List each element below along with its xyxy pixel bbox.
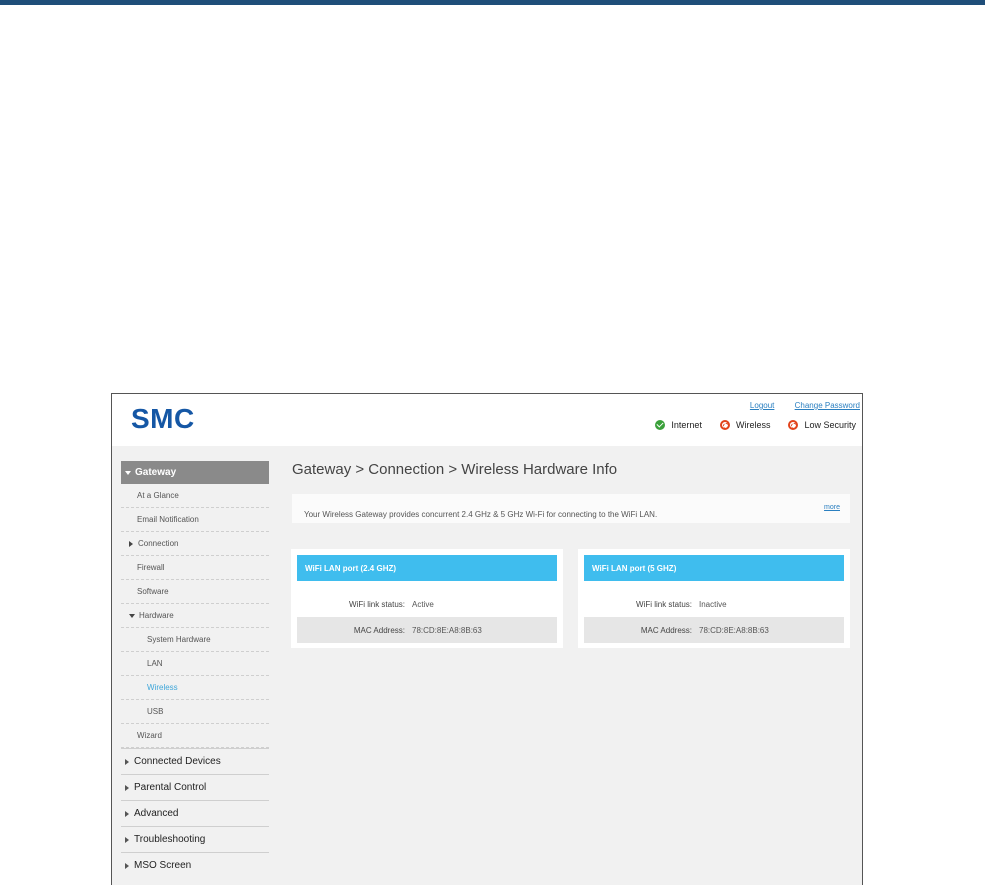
top-links: Logout Change Password (732, 401, 860, 410)
top-accent-bar (0, 0, 985, 5)
mac-address-value: 78:CD:8E:A8:8B:63 (699, 626, 769, 635)
card-title: WiFi LAN port (2.4 GHZ) (297, 555, 557, 581)
sidebar-section-label: Gateway (135, 467, 177, 478)
lifebuoy-icon (788, 420, 799, 430)
sidebar-item-connection[interactable]: Connection (121, 532, 269, 556)
mac-address-row: MAC Address: 78:CD:8E:A8:8B:63 (584, 617, 844, 643)
sidebar-section-mso-screen[interactable]: MSO Screen (121, 852, 269, 878)
wifi-port-card-2-4ghz: WiFi LAN port (2.4 GHZ) WiFi link status… (291, 549, 563, 648)
link-status-value: Inactive (699, 600, 727, 609)
status-security-label: Low Security (804, 420, 856, 430)
info-box: Your Wireless Gateway provides concurren… (292, 494, 850, 523)
link-status-label: WiFi link status: (348, 600, 405, 609)
link-status-value: Active (412, 600, 434, 609)
link-status-row: WiFi link status: Inactive (584, 591, 844, 617)
sidebar-item-email-notification[interactable]: Email Notification (121, 508, 269, 532)
sidebar-item-wireless[interactable]: Wireless (121, 676, 269, 700)
status-wireless-label: Wireless (735, 420, 771, 430)
sidebar-section-advanced[interactable]: Advanced (121, 800, 269, 826)
sidebar: Gateway At a Glance Email Notification C… (121, 461, 269, 878)
app-window: SMC Logout Change Password Internet Wire… (111, 393, 863, 885)
link-status-label: WiFi link status: (635, 600, 692, 609)
status-bar: Internet Wireless Low Security (637, 420, 856, 430)
sidebar-section-gateway[interactable]: Gateway (121, 461, 269, 484)
header: SMC Logout Change Password Internet Wire… (112, 394, 862, 446)
status-security: Low Security (788, 420, 856, 430)
chevron-down-icon (125, 470, 131, 475)
sidebar-item-lan[interactable]: LAN (121, 652, 269, 676)
sidebar-item-firewall[interactable]: Firewall (121, 556, 269, 580)
chevron-right-icon (125, 784, 129, 791)
sidebar-item-usb[interactable]: USB (121, 700, 269, 724)
check-circle-icon (655, 420, 666, 430)
mac-address-value: 78:CD:8E:A8:8B:63 (412, 626, 482, 635)
chevron-right-icon (125, 862, 129, 869)
lifebuoy-icon (719, 420, 730, 430)
sidebar-item-hardware[interactable]: Hardware (121, 604, 269, 628)
change-password-link[interactable]: Change Password (795, 401, 860, 410)
chevron-right-icon (125, 758, 129, 765)
sidebar-item-at-a-glance[interactable]: At a Glance (121, 484, 269, 508)
mac-address-label: MAC Address: (640, 626, 692, 635)
sidebar-item-system-hardware[interactable]: System Hardware (121, 628, 269, 652)
sidebar-section-troubleshooting[interactable]: Troubleshooting (121, 826, 269, 852)
mac-address-row: MAC Address: 78:CD:8E:A8:8B:63 (297, 617, 557, 643)
sidebar-item-wizard[interactable]: Wizard (121, 724, 269, 748)
status-wireless: Wireless (719, 420, 771, 430)
card-title: WiFi LAN port (5 GHZ) (584, 555, 844, 581)
chevron-down-icon (129, 613, 135, 618)
status-internet-label: Internet (671, 420, 702, 430)
link-status-row: WiFi link status: Active (297, 591, 557, 617)
info-text: Your Wireless Gateway provides concurren… (304, 510, 658, 519)
smc-logo: SMC (131, 403, 195, 434)
status-internet: Internet (655, 420, 702, 430)
sidebar-section-parental-control[interactable]: Parental Control (121, 774, 269, 800)
chevron-right-icon (125, 836, 129, 843)
wifi-port-card-5ghz: WiFi LAN port (5 GHZ) WiFi link status: … (578, 549, 850, 648)
sidebar-section-connected-devices[interactable]: Connected Devices (121, 748, 269, 774)
sidebar-item-software[interactable]: Software (121, 580, 269, 604)
logout-link[interactable]: Logout (750, 401, 774, 410)
chevron-right-icon (125, 810, 129, 817)
more-link[interactable]: more (824, 504, 840, 511)
page-title: Gateway > Connection > Wireless Hardware… (292, 461, 618, 478)
chevron-right-icon (129, 540, 133, 547)
mac-address-label: MAC Address: (353, 626, 405, 635)
